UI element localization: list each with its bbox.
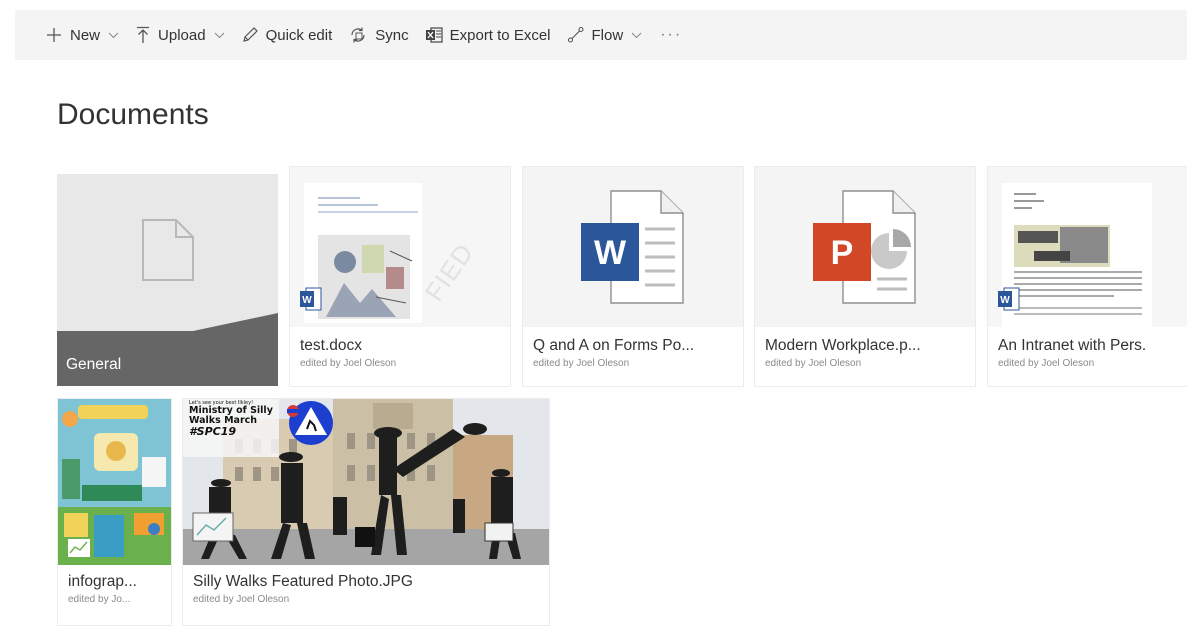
file-tile-an-intranet[interactable]: W An Intranet with Pers. edited by Joel … [987,166,1187,387]
file-thumbnail [58,399,171,565]
more-icon: ··· [660,26,683,43]
sync-icon [348,26,368,44]
folder-tab [193,313,278,331]
svg-text:W: W [302,295,312,306]
file-edited-by: edited by Jo... [68,594,131,605]
export-label: Export to Excel [449,26,551,44]
upload-label: Upload [158,26,206,44]
sync-button[interactable]: Sync [340,10,416,60]
pencil-icon [241,26,259,44]
file-name: An Intranet with Pers. [998,337,1147,354]
flow-button[interactable]: Flow [559,10,651,60]
export-to-excel-button[interactable]: Export to Excel [417,10,559,60]
chevron-down-icon [214,32,225,39]
flow-label: Flow [591,26,624,44]
page-title: Documents [57,98,209,131]
quick-edit-label: Quick edit [265,26,333,44]
file-thumbnail: W [988,167,1187,327]
upload-button[interactable]: Upload [127,10,233,60]
file-thumbnail: P [755,167,975,327]
new-label: New [70,26,101,44]
file-edited-by: edited by Joel Oleson [765,358,862,369]
svg-text:W: W [1000,295,1010,306]
svg-text:W: W [594,234,627,272]
file-name: Q and A on Forms Po... [533,337,695,354]
file-thumbnail: W [523,167,743,327]
folder-tile-general[interactable]: 43 General [57,174,278,386]
photo-overlay-line-4: #SPC19 [189,425,237,439]
folder-name: General [66,356,122,373]
infographic-preview-image [58,399,171,565]
chevron-down-icon [631,32,642,39]
file-edited-by: edited by Joel Oleson [300,358,397,369]
word-file-badge-icon: W [300,287,322,316]
word-document-icon: W [579,187,689,310]
excel-icon [425,26,443,44]
file-name: infograp... [68,573,137,590]
document-preview-image [304,183,422,323]
file-tile-infographic[interactable]: infograp... edited by Jo... [57,398,172,626]
file-tile-test-docx[interactable]: FIED W test.docx edited by Joel Oleson [289,166,511,387]
file-name: Modern Workplace.p... [765,337,921,354]
chevron-down-icon [108,32,119,39]
new-button[interactable]: New [15,10,127,60]
document-outline-icon [141,218,195,287]
svg-text:P: P [831,234,854,272]
file-edited-by: edited by Joel Oleson [533,358,630,369]
word-file-badge-icon: W [998,287,1020,316]
file-tile-modern-workplace[interactable]: P Modern Workplace.p... edited by Joel O… [754,166,976,387]
powerpoint-document-icon: P [811,187,921,310]
file-name: test.docx [300,337,363,354]
file-name: Silly Walks Featured Photo.JPG [193,573,413,590]
file-tile-q-and-a-forms[interactable]: W Q and A on Forms Po... edited by Joel … [522,166,744,387]
more-button[interactable]: ··· [650,10,690,60]
file-tile-silly-walks-photo[interactable]: Let's see your best Ilkley! Ministry of … [182,398,550,626]
plus-icon [45,26,63,44]
command-bar: New Upload Quick edit Sync Export to Exc… [15,10,1187,60]
file-thumbnail: Let's see your best Ilkley! Ministry of … [183,399,549,565]
flow-icon [567,26,585,44]
photo-overlay-text: Let's see your best Ilkley! Ministry of … [189,400,281,439]
file-edited-by: edited by Joel Oleson [998,358,1095,369]
sync-label: Sync [375,26,409,44]
folder-label-bar: General [57,331,278,386]
quick-edit-button[interactable]: Quick edit [233,10,341,60]
file-edited-by: edited by Joel Oleson [193,594,290,605]
upload-icon [135,26,151,44]
file-thumbnail: FIED W [290,167,510,327]
